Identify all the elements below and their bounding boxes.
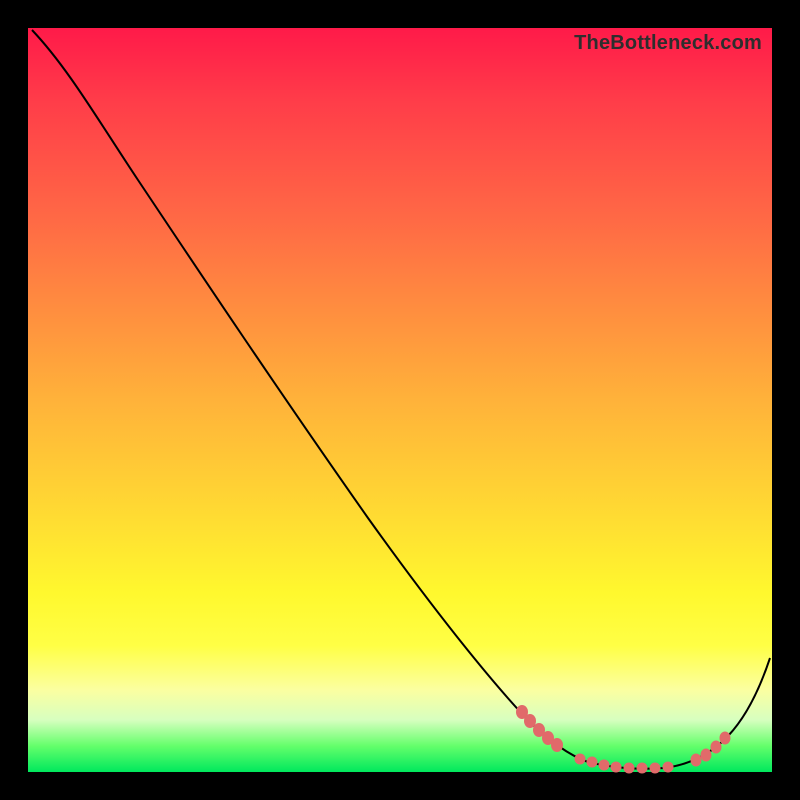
highlight-dots-right xyxy=(691,732,731,767)
highlight-dots-left xyxy=(516,705,563,752)
plot-area: TheBottleneck.com xyxy=(28,28,772,772)
outer-frame: TheBottleneck.com xyxy=(0,0,800,800)
bottleneck-curve xyxy=(32,30,770,769)
chart-svg xyxy=(28,28,772,772)
highlight-dots-flat xyxy=(575,754,674,774)
